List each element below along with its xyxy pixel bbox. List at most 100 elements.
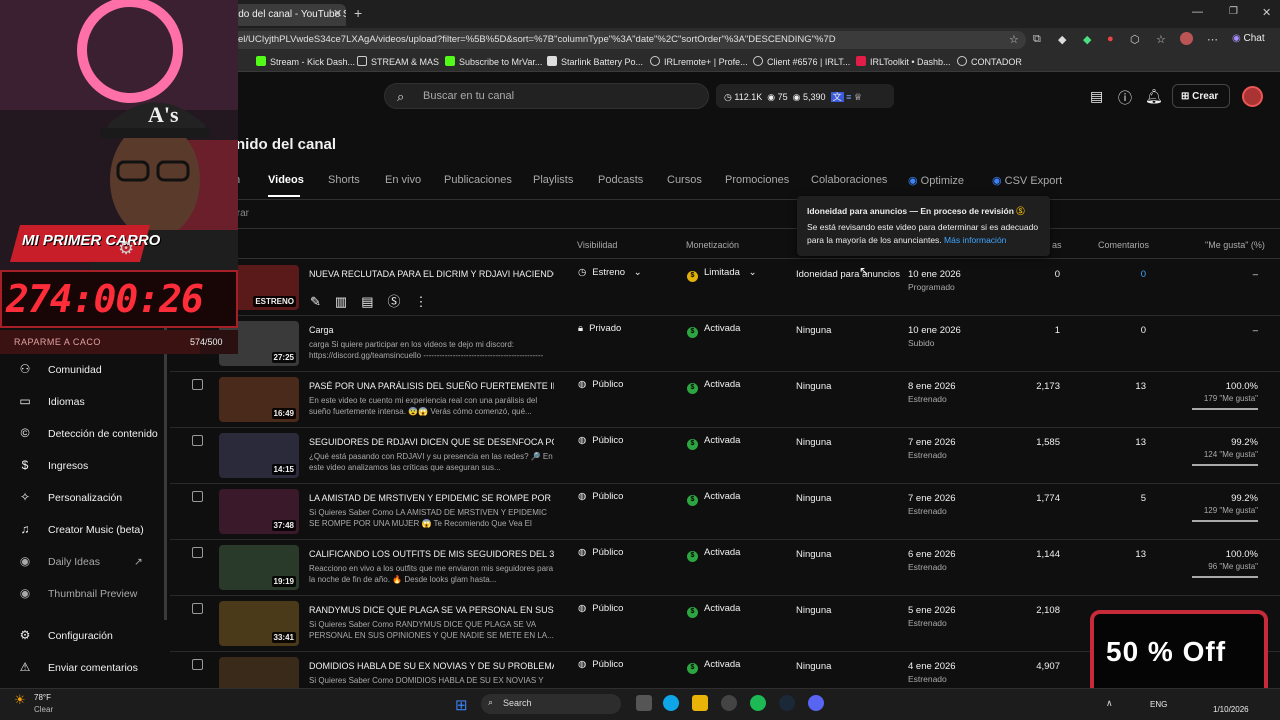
tab-optimize[interactable]: ◉ Optimize xyxy=(908,174,964,187)
tab-videos[interactable]: Videos xyxy=(268,174,304,186)
video-thumbnail[interactable]: 14:15 xyxy=(219,433,299,478)
taskbar-search[interactable]: ⌕ Search xyxy=(481,694,621,714)
comment-count[interactable]: 13 xyxy=(1135,381,1146,392)
tab-publicaciones[interactable]: Publicaciones xyxy=(444,174,512,186)
collections-icon[interactable]: ☆ xyxy=(1156,33,1166,46)
monetization-status[interactable]: $ Activada xyxy=(687,379,740,394)
task-view-icon[interactable] xyxy=(636,695,652,711)
message-icon[interactable]: ▤ xyxy=(1090,88,1103,105)
visibility-dropdown[interactable]: ◍ Público xyxy=(578,603,623,614)
channel-stats-widget[interactable]: ◷ 112.1K ◉ 75 ◉ 5,390 文 ≡ ♕ xyxy=(716,84,894,108)
channel-search-input[interactable]: ⌕ Buscar en tu canal xyxy=(384,83,709,109)
sidebar-item-configuracion[interactable]: ⚙ Configuración xyxy=(18,628,113,642)
row-checkbox[interactable] xyxy=(192,435,203,446)
monetization-status[interactable]: $ Activada xyxy=(687,435,740,450)
sidebar-item-creator-music[interactable]: ♫ Creator Music (beta) xyxy=(18,522,144,536)
comments-icon[interactable]: ▤ xyxy=(361,294,387,309)
analytics-icon[interactable]: ▥ xyxy=(335,294,361,309)
sidebar-item-personalizacion[interactable]: ✧ Personalización xyxy=(18,490,122,504)
monetization-status[interactable]: $ Activada xyxy=(687,491,740,506)
edge-icon[interactable] xyxy=(663,695,679,711)
visibility-dropdown[interactable]: ◍ Público xyxy=(578,659,623,670)
comment-count[interactable]: 13 xyxy=(1135,437,1146,448)
bookmark-item[interactable]: IRLToolkit • Dashb... xyxy=(856,56,951,67)
sidebar-item-deteccion[interactable]: © Detección de contenido xyxy=(18,426,158,440)
visibility-dropdown[interactable]: ◍ Público xyxy=(578,435,623,446)
language-indicator[interactable]: ENG xyxy=(1150,700,1167,709)
visibility-dropdown[interactable]: ◍ Público xyxy=(578,547,623,558)
tab-promociones[interactable]: Promociones xyxy=(725,174,789,186)
visibility-dropdown[interactable]: ◷ Estreno ⌄ xyxy=(578,267,642,278)
help-icon[interactable]: ⓘ xyxy=(1118,88,1132,108)
create-button[interactable]: ⊞ Crear xyxy=(1172,84,1230,108)
video-title[interactable]: SEGUIDORES DE RDJAVI DICEN QUE SE DESENF… xyxy=(309,437,554,447)
new-tab-icon[interactable]: + xyxy=(354,5,362,21)
video-title[interactable]: RANDYMUS DICE QUE PLAGA SE VA PERSONAL E… xyxy=(309,605,554,615)
sidebar-item-ingresos[interactable]: $ Ingresos xyxy=(18,458,89,472)
bell-icon[interactable]: 🔔︎ xyxy=(1145,88,1163,105)
video-title[interactable]: PASÉ POR UNA PARÁLISIS DEL SUEÑO FUERTEM… xyxy=(309,381,554,391)
more-menu-icon[interactable]: ⋯ xyxy=(1207,33,1218,46)
monetization-status[interactable]: $ Activada xyxy=(687,547,740,562)
monetization-status[interactable]: $ Limitada ⌄ xyxy=(687,267,757,282)
row-checkbox[interactable] xyxy=(192,491,203,502)
options-icon[interactable]: ⋮ xyxy=(415,294,442,309)
visibility-dropdown[interactable]: ◍ Público xyxy=(578,491,623,502)
windows-start-icon[interactable]: ⊞ xyxy=(455,696,468,714)
bookmark-item[interactable]: STREAM & MAS xyxy=(357,56,439,67)
profile-avatar[interactable] xyxy=(1180,32,1193,45)
browser-tab[interactable]: ido del canal - YouTube St xyxy=(228,4,346,26)
close-window-icon[interactable]: ✕ xyxy=(1262,6,1271,19)
video-title[interactable]: Carga xyxy=(309,325,554,335)
monetization-status[interactable]: $ Activada xyxy=(687,323,740,338)
more-info-link[interactable]: Más información xyxy=(944,235,1006,245)
close-tab-icon[interactable]: ✕ xyxy=(333,7,342,20)
sidebar-item-comunidad[interactable]: ⚇ Comunidad xyxy=(18,362,102,376)
minimize-icon[interactable]: — xyxy=(1192,6,1203,18)
col-views[interactable]: as xyxy=(1052,240,1062,250)
extensions-puzzle-icon[interactable]: ⬡ xyxy=(1130,33,1140,46)
tab-podcasts[interactable]: Podcasts xyxy=(598,174,643,186)
weather-temp[interactable]: 78°F xyxy=(34,693,51,702)
col-monetization[interactable]: Monetización xyxy=(686,240,739,250)
col-comments[interactable]: Comentarios xyxy=(1098,240,1149,250)
tab-csv-export[interactable]: ◉ CSV Export xyxy=(992,174,1062,187)
maximize-icon[interactable]: ❐ xyxy=(1229,6,1238,17)
video-thumbnail[interactable]: 19:19 xyxy=(219,545,299,590)
video-title[interactable]: DOMIDIOS HABLA DE SU EX NOVIAS Y DE SU P… xyxy=(309,661,554,671)
comment-count[interactable]: 0 xyxy=(1141,269,1146,280)
video-thumbnail[interactable]: 37:48 xyxy=(219,489,299,534)
row-checkbox[interactable] xyxy=(192,379,203,390)
favorite-star-icon[interactable]: ☆ xyxy=(1009,33,1019,46)
copilot-chat-button[interactable]: ◉ Chat xyxy=(1232,33,1265,44)
extension-red-icon[interactable]: ● xyxy=(1107,33,1114,45)
comment-count[interactable]: 5 xyxy=(1141,493,1146,504)
file-explorer-icon[interactable] xyxy=(692,695,708,711)
tab-en-vivo[interactable]: En vivo xyxy=(385,174,421,186)
video-thumbnail[interactable]: 16:49 xyxy=(219,377,299,422)
extension-icon[interactable]: ⧉ xyxy=(1033,33,1041,46)
row-checkbox[interactable] xyxy=(192,603,203,614)
sidebar-item-thumbnail-preview[interactable]: ◉ Thumbnail Preview xyxy=(18,586,138,600)
sidebar-item-idiomas[interactable]: ▭ Idiomas xyxy=(18,394,84,408)
obs-icon[interactable] xyxy=(721,695,737,711)
col-visibility[interactable]: Visibilidad xyxy=(577,240,617,250)
sidebar-item-enviar-comentarios[interactable]: ⚠ Enviar comentarios xyxy=(18,660,138,674)
tab-shorts[interactable]: Shorts xyxy=(328,174,360,186)
bookmark-item[interactable]: Stream - Kick Dash... xyxy=(256,56,355,67)
edit-icon[interactable]: ✎ xyxy=(310,294,335,309)
tab-playlists[interactable]: Playlists xyxy=(533,174,573,186)
bookmark-item[interactable]: Starlink Battery Po... xyxy=(547,56,643,67)
tab-cursos[interactable]: Cursos xyxy=(667,174,702,186)
bookmark-item[interactable]: IRLremote+ | Profe... xyxy=(650,56,748,67)
video-title[interactable]: CALIFICANDO LOS OUTFITS DE MIS SEGUIDORE… xyxy=(309,549,554,559)
video-thumbnail[interactable]: 33:41 xyxy=(219,601,299,646)
table-row[interactable]: 19:19 CALIFICANDO LOS OUTFITS DE MIS SEGU… xyxy=(170,540,1280,596)
table-row[interactable]: 14:15 SEGUIDORES DE RDJAVI DICEN QUE SE D… xyxy=(170,428,1280,484)
visibility-dropdown[interactable]: ◍ Público xyxy=(578,379,623,390)
video-title[interactable]: NUEVA RECLUTADA PARA EL DICRIM Y RDJAVI … xyxy=(309,269,554,279)
row-checkbox[interactable] xyxy=(192,659,203,670)
address-bar[interactable]: el/UCIyjthPLVwdeS34ce7LXAgA/videos/uploa… xyxy=(232,31,1026,49)
bookmark-item[interactable]: CONTADOR xyxy=(957,56,1022,67)
bookmark-item[interactable]: Client #6576 | IRLT... xyxy=(753,56,850,67)
